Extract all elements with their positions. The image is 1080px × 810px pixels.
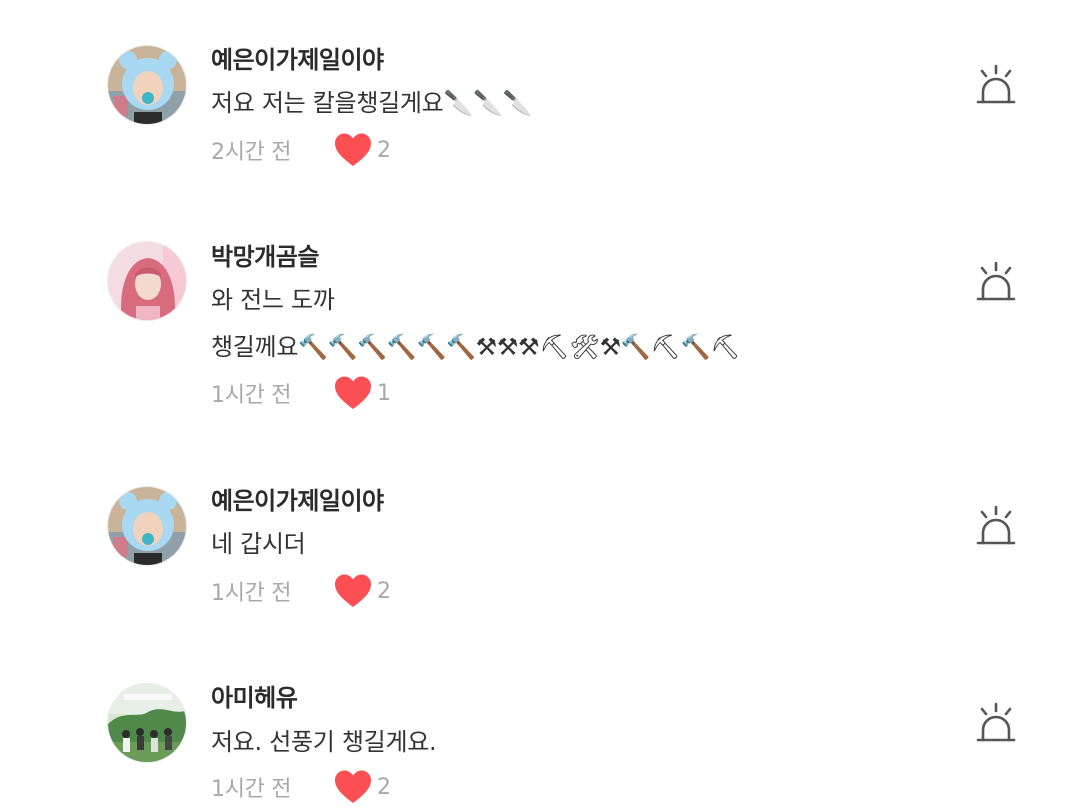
avatar[interactable] — [107, 683, 187, 763]
like-count: 2 — [377, 774, 391, 800]
heart-icon — [335, 770, 371, 803]
comment-text: 저요. 선풍기 챙길게요. — [211, 728, 437, 756]
siren-icon — [976, 702, 1016, 742]
comment-timestamp: 1시간 전 — [211, 777, 292, 802]
comment-meta: 1시간 전 2 — [211, 767, 391, 807]
report-button[interactable] — [972, 700, 1020, 748]
like-button[interactable]: 2 — [333, 769, 391, 805]
comment-username[interactable]: 아미헤유 — [211, 678, 298, 713]
comment-item: 아미헤유 저요. 선풍기 챙길게요. 1시간 전 2 — [0, 0, 1080, 810]
